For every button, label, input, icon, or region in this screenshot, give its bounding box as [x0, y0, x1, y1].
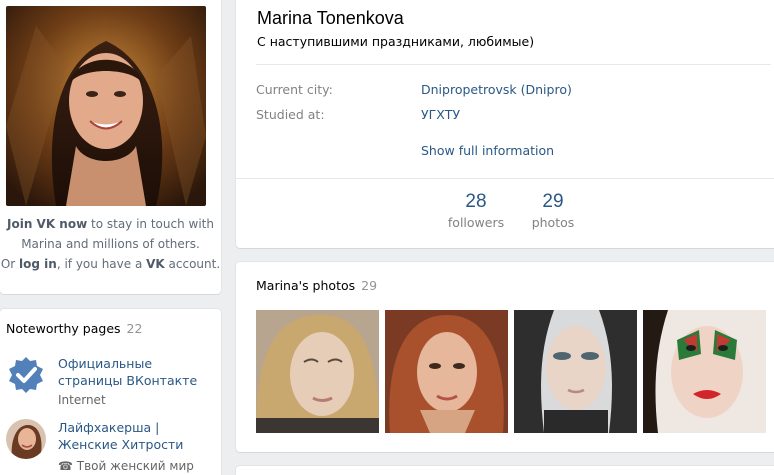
noteworthy-item-title[interactable]: Лайфхакерша | Женские Хитрости	[58, 419, 216, 453]
page-avatar-icon	[6, 419, 46, 459]
counter-label: followers	[447, 215, 505, 230]
noteworthy-header[interactable]: Noteworthy pages 22	[6, 321, 142, 336]
noteworthy-item-subtitle: Internet	[58, 393, 106, 407]
avatar-card: Join VK now to stay in touch with Marina…	[0, 0, 221, 294]
photos-header[interactable]: Marina's photos 29	[256, 278, 377, 293]
join-link[interactable]: Join VK now	[7, 217, 87, 231]
divider	[236, 178, 774, 179]
noteworthy-item-subtitle: ☎ Твой женский мир	[58, 459, 194, 473]
photo-thumbnail[interactable]	[385, 310, 508, 433]
next-section-card	[236, 466, 774, 475]
photos-counter[interactable]: 29 photos	[528, 190, 578, 232]
info-label: Current city:	[256, 82, 333, 97]
verified-icon	[6, 355, 46, 395]
photos-card: Marina's photos 29	[236, 262, 774, 452]
photo-thumbnail[interactable]	[514, 310, 637, 433]
counter-label: photos	[531, 215, 575, 230]
join-prompt: Join VK now to stay in touch with Marina…	[0, 217, 221, 271]
counter-value: 29	[542, 191, 564, 212]
profile-name: Marina Tonenkova	[257, 8, 404, 28]
noteworthy-item-lifehackersha[interactable]: Лайфхакерша | Женские Хитрости ☎ Твой же…	[6, 419, 216, 475]
profile-avatar[interactable]	[6, 6, 206, 206]
photo-thumbnail[interactable]	[256, 310, 379, 433]
city-link[interactable]: Dnipropetrovsk (Dnipro)	[421, 82, 572, 97]
profile-info-card: Marina Tonenkova С наступившими праздник…	[236, 0, 774, 248]
login-link[interactable]: log in	[19, 257, 57, 271]
divider	[256, 64, 771, 65]
followers-counter[interactable]: 28 followers	[446, 190, 506, 232]
show-full-info-link[interactable]: Show full information	[421, 143, 554, 158]
profile-status: С наступившими праздниками, любимые)	[257, 34, 535, 49]
counter-value: 28	[465, 191, 487, 212]
info-label: Studied at:	[256, 107, 325, 122]
noteworthy-item-title[interactable]: Официальные страницы ВКонтакте	[58, 355, 216, 389]
university-link[interactable]: УГХТУ	[421, 107, 460, 122]
photo-thumbnail[interactable]	[643, 310, 766, 433]
noteworthy-pages-card: Noteworthy pages 22 Официальные страницы …	[0, 309, 221, 475]
noteworthy-item-vk-official[interactable]: Официальные страницы ВКонтакте Internet	[6, 355, 216, 415]
